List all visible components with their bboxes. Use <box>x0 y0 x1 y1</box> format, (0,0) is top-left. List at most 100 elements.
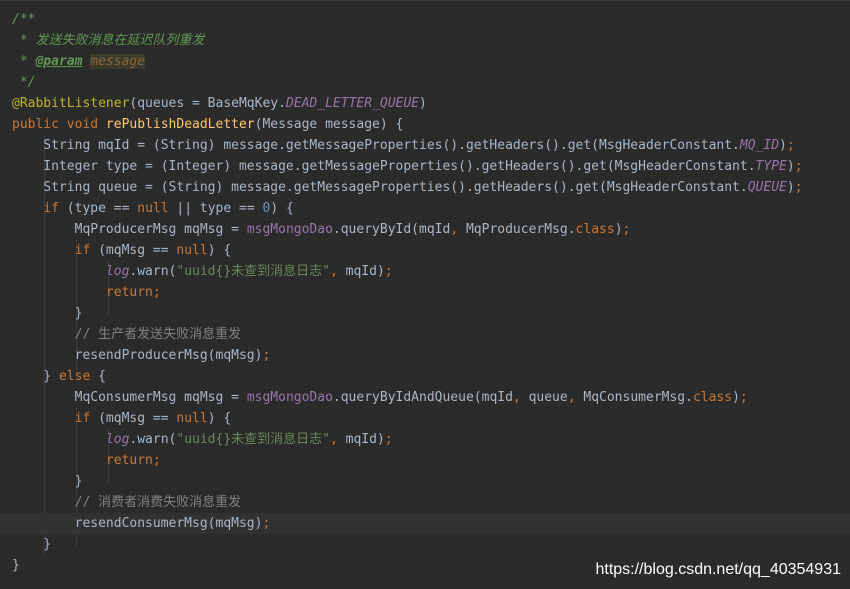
code-line[interactable]: @RabbitListener(queues = BaseMqKey.DEAD_… <box>0 93 850 114</box>
code-line-text: * @param message <box>12 51 146 72</box>
code-token: QUEUE <box>747 180 787 195</box>
code-token: queue <box>528 390 568 405</box>
code-token: ) <box>779 138 787 153</box>
code-line-text: if (mqMsg == null) { <box>12 240 232 261</box>
code-token: } <box>12 474 83 489</box>
code-token: ) { <box>270 201 294 216</box>
code-line-text: } else { <box>12 366 106 387</box>
code-token: return; <box>105 453 161 468</box>
code-line[interactable]: } <box>0 534 850 555</box>
code-line[interactable]: // 生产者发送失败消息重发 <box>0 324 850 345</box>
code-token: ) { <box>207 411 232 426</box>
code-token: ) { <box>207 243 232 258</box>
code-token: * <box>12 54 36 69</box>
code-line-text: public void rePublishDeadLetter(Message … <box>12 114 403 135</box>
code-token: mqId) <box>345 264 385 279</box>
code-token: ) <box>419 96 427 111</box>
code-line[interactable]: log.warn("uuid{}未查到消息日志", mqId); <box>0 261 850 282</box>
code-token: MqProducerMsg mqMsg = <box>12 222 247 237</box>
code-line[interactable]: public void rePublishDeadLetter(Message … <box>0 114 850 135</box>
code-token: } <box>12 369 59 384</box>
code-token: .warn( <box>129 264 177 279</box>
code-token: ) <box>732 390 740 405</box>
code-line[interactable]: MqProducerMsg mqMsg = msgMongoDao.queryB… <box>0 219 850 240</box>
code-token: , <box>330 432 346 447</box>
code-line[interactable]: resendProducerMsg(mqMsg); <box>0 345 850 366</box>
code-line[interactable]: /** <box>0 9 850 30</box>
code-token: else <box>58 369 99 384</box>
code-token: TYPE <box>755 159 787 174</box>
code-token: } <box>12 558 20 573</box>
code-line[interactable]: MqConsumerMsg mqMsg = msgMongoDao.queryB… <box>0 387 850 408</box>
code-token: public void <box>12 117 106 132</box>
code-line-text: String mqId = (String) message.getMessag… <box>12 135 795 156</box>
code-line-text: MqProducerMsg mqMsg = msgMongoDao.queryB… <box>12 219 631 240</box>
code-line-text: return; <box>12 282 161 303</box>
code-token: ) <box>614 222 623 237</box>
code-line[interactable]: * 发送失败消息在延迟队列重发 <box>0 30 850 51</box>
code-line[interactable]: return; <box>0 450 850 471</box>
code-line-text: * 发送失败消息在延迟队列重发 <box>12 30 205 51</box>
code-token: resendConsumerMsg(mqMsg) <box>12 516 263 531</box>
code-line[interactable]: } else { <box>0 366 850 387</box>
code-line[interactable]: */ <box>0 72 850 93</box>
code-token: MqProducerMsg. <box>465 222 576 237</box>
code-line[interactable]: } <box>0 471 850 492</box>
code-line-text: if (type == null || type == 0) { <box>12 198 294 219</box>
code-token: ; <box>794 159 803 174</box>
code-token: (queues = BaseMqKey. <box>129 96 286 111</box>
code-token: message <box>90 54 146 69</box>
code-token: .warn( <box>129 432 177 447</box>
code-line-text: } <box>12 471 83 492</box>
code-token: MqConsumerMsg. <box>583 390 693 405</box>
code-token: { <box>98 369 106 384</box>
code-line[interactable]: if (mqMsg == null) { <box>0 408 850 429</box>
code-token: null <box>137 201 177 216</box>
code-token: ; <box>262 348 271 363</box>
code-token: msgMongoDao <box>246 390 333 405</box>
code-token: (mqMsg == <box>98 243 177 258</box>
code-token: /** <box>12 12 36 27</box>
code-line[interactable]: resendConsumerMsg(mqMsg); <box>0 513 850 534</box>
code-token: } <box>12 537 52 552</box>
code-token: "uuid{}未查到消息日志" <box>176 432 330 447</box>
code-token: } <box>12 306 83 321</box>
code-token: (Message message) { <box>254 117 404 132</box>
code-token: ; <box>786 138 795 153</box>
code-token: rePublishDeadLetter <box>105 117 255 132</box>
code-line[interactable]: String queue = (String) message.getMessa… <box>0 177 850 198</box>
code-token: // 消费者消费失败消息重发 <box>12 495 242 510</box>
code-token: return; <box>105 285 161 300</box>
code-line-text: // 生产者发送失败消息重发 <box>12 324 241 345</box>
code-line[interactable]: * @param message <box>0 51 850 72</box>
code-line-text: } <box>12 303 83 324</box>
code-line-text: resendConsumerMsg(mqMsg); <box>12 513 271 534</box>
code-token: @RabbitListener <box>12 96 130 111</box>
code-token: , <box>330 264 346 279</box>
code-editor[interactable]: /** * 发送失败消息在延迟队列重发 * @param message */ @… <box>0 0 850 589</box>
code-line[interactable]: // 消费者消费失败消息重发 <box>0 492 850 513</box>
code-token: (type == <box>66 201 138 216</box>
code-line[interactable]: if (type == null || type == 0) { <box>0 198 850 219</box>
code-token: ; <box>262 516 271 531</box>
code-token: mqId) <box>345 432 385 447</box>
code-line[interactable]: if (mqMsg == null) { <box>0 240 850 261</box>
code-token: || type == <box>176 201 263 216</box>
code-line-text: log.warn("uuid{}未查到消息日志", mqId); <box>12 261 393 282</box>
code-token: Integer type = (Integer) message.getMess… <box>12 159 756 174</box>
code-line-text: */ <box>12 72 36 93</box>
code-line[interactable]: Integer type = (Integer) message.getMess… <box>0 156 850 177</box>
code-line[interactable]: } <box>0 303 850 324</box>
code-token: if <box>74 411 99 426</box>
code-token: , <box>512 390 529 405</box>
code-line-text: /** <box>12 9 35 30</box>
code-token: if <box>43 201 67 216</box>
code-line[interactable]: log.warn("uuid{}未查到消息日志", mqId); <box>0 429 850 450</box>
code-token: MQ_ID <box>739 138 780 153</box>
code-token: ; <box>622 222 631 237</box>
code-line[interactable]: return; <box>0 282 850 303</box>
code-line[interactable]: String mqId = (String) message.getMessag… <box>0 135 850 156</box>
